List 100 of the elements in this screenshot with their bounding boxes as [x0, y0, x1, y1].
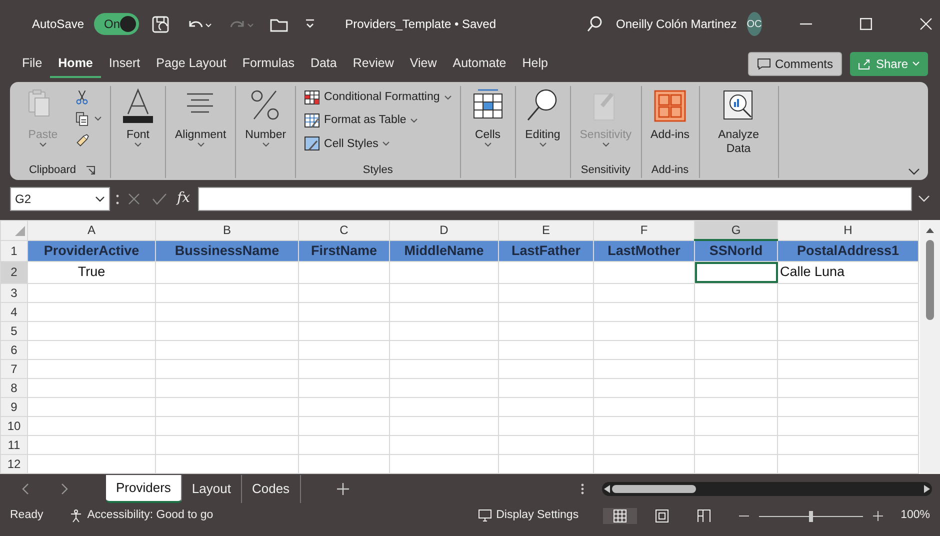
group-label: Clipboard [28, 162, 76, 178]
ribbon-button[interactable]: Font [117, 86, 159, 148]
user-avatar[interactable]: OC [746, 12, 762, 36]
maximize-icon [860, 18, 872, 30]
ribbon-button[interactable]: Analyze Data [706, 86, 772, 157]
column-header[interactable]: D [390, 220, 498, 240]
grid-icon [612, 509, 627, 523]
ribbon-button[interactable]: Editing [522, 86, 564, 148]
table-cell: True [78, 264, 106, 280]
row-header[interactable]: 11 [0, 435, 28, 454]
column-heading-cell: BussinessName [174, 242, 280, 258]
paintbrush-icon [74, 133, 90, 149]
row-header[interactable]: 7 [0, 359, 28, 378]
autosave-label: AutoSave [32, 16, 84, 33]
column-header[interactable]: E [498, 220, 594, 240]
view-button[interactable] [602, 508, 637, 524]
user-name: Oneilly Colón Martinez [616, 16, 737, 33]
row-header[interactable]: 10 [0, 416, 28, 435]
row-header[interactable]: 3 [0, 283, 28, 302]
ribbon-tab[interactable]: Data [302, 50, 345, 78]
column-header[interactable]: G [694, 220, 778, 240]
sheet-tab[interactable]: Codes [242, 475, 301, 503]
ribbon-tab[interactable]: View [402, 50, 445, 78]
scissors-icon [74, 89, 90, 105]
display-settings-button[interactable]: Display Settings [476, 507, 581, 525]
column-heading-cell: FirstName [310, 242, 378, 258]
row-header[interactable]: 5 [0, 321, 28, 340]
row-header[interactable]: 4 [0, 302, 28, 321]
dialog-launcher-button[interactable] [84, 164, 98, 176]
plus-icon [336, 483, 349, 495]
sheet-tab[interactable]: Layout [182, 475, 242, 503]
letter-a-icon [120, 88, 156, 124]
sheet-tab[interactable]: Providers [106, 475, 182, 503]
column-header[interactable]: H [778, 220, 918, 240]
accessibility-button[interactable]: Accessibility: Good to go [67, 507, 216, 525]
ribbon-tab[interactable]: File [14, 50, 50, 78]
caret-icon [196, 142, 205, 148]
insert-function-button[interactable]: fx [175, 189, 192, 209]
column-header[interactable]: B [156, 220, 298, 240]
ribbon-tab[interactable]: Formulas [234, 50, 302, 78]
column-heading-cell: ProviderActive [44, 242, 140, 258]
zoom-slider-thumb[interactable] [808, 510, 813, 522]
column-header[interactable]: C [298, 220, 390, 240]
ribbon-button[interactable]: Format as Table [302, 111, 454, 130]
column-heading-cell: LastFather [511, 242, 581, 258]
scroll-thumb[interactable] [926, 240, 934, 320]
column-header[interactable]: F [594, 220, 694, 240]
zoom-percentage[interactable]: 100% [900, 507, 930, 525]
horizontal-scrollbar[interactable] [602, 482, 932, 496]
caret-icon [382, 141, 390, 148]
ribbon-button[interactable]: Number [242, 86, 290, 148]
row-header[interactable]: 8 [0, 378, 28, 397]
caret-icon [602, 142, 610, 148]
name-box[interactable]: G2 [10, 187, 110, 211]
caret-icon [134, 142, 142, 148]
more-icon [581, 483, 584, 495]
ribbon-tab[interactable]: Page Layout [148, 50, 234, 78]
conditional-grid-icon [304, 90, 320, 106]
ribbon-button[interactable]: Add-ins [648, 86, 693, 142]
vertical-scrollbar[interactable] [920, 220, 940, 474]
caret-icon [262, 142, 270, 148]
add-ins-icon [652, 88, 688, 124]
group-label: Add-ins [651, 162, 689, 178]
add-sheet-button[interactable] [334, 481, 351, 497]
comments-button[interactable]: Comments [748, 52, 842, 76]
file-title[interactable]: Providers_Template • Saved [345, 15, 496, 33]
plus-icon [872, 511, 883, 521]
selected-cell[interactable] [694, 262, 778, 283]
zoom-in-button[interactable] [870, 509, 885, 523]
ribbon-tab[interactable]: Insert [100, 50, 148, 78]
cell-style-icon [304, 136, 320, 152]
caret-icon [39, 142, 47, 148]
chevron-right-icon [59, 482, 70, 496]
autosave-toggle[interactable]: On [94, 13, 140, 35]
row-header[interactable]: 9 [0, 397, 28, 416]
chevron-left-icon [20, 482, 31, 496]
column-header[interactable]: A [28, 220, 156, 240]
row-header[interactable]: 2 [0, 262, 28, 283]
chevron-down-icon [918, 195, 930, 203]
ribbon-tab[interactable]: Review [344, 50, 402, 78]
row-header[interactable]: 1 [0, 240, 28, 262]
caret-icon [444, 94, 452, 101]
ribbon-tab[interactable]: Home [50, 50, 101, 78]
ribbon-button[interactable]: Cell Styles [302, 134, 454, 154]
more-icon [116, 194, 119, 204]
ribbon-button[interactable]: Cells [466, 86, 509, 148]
caret-icon [94, 116, 102, 122]
row-header[interactable]: 6 [0, 340, 28, 359]
page-break-icon [696, 509, 711, 523]
close-icon [920, 18, 932, 30]
ribbon-tab[interactable]: Automate [444, 50, 514, 78]
ribbon-tab[interactable]: Help [514, 50, 556, 78]
ribbon-button[interactable]: Alignment [172, 86, 230, 148]
caret-icon [538, 142, 547, 148]
caret-icon [912, 61, 920, 67]
column-heading-cell: MiddleName [404, 242, 484, 258]
ribbon-button[interactable]: Conditional Formatting [302, 88, 454, 108]
formula-input[interactable] [198, 187, 912, 211]
row-header[interactable]: 12 [0, 454, 28, 473]
caret-icon [484, 142, 492, 148]
